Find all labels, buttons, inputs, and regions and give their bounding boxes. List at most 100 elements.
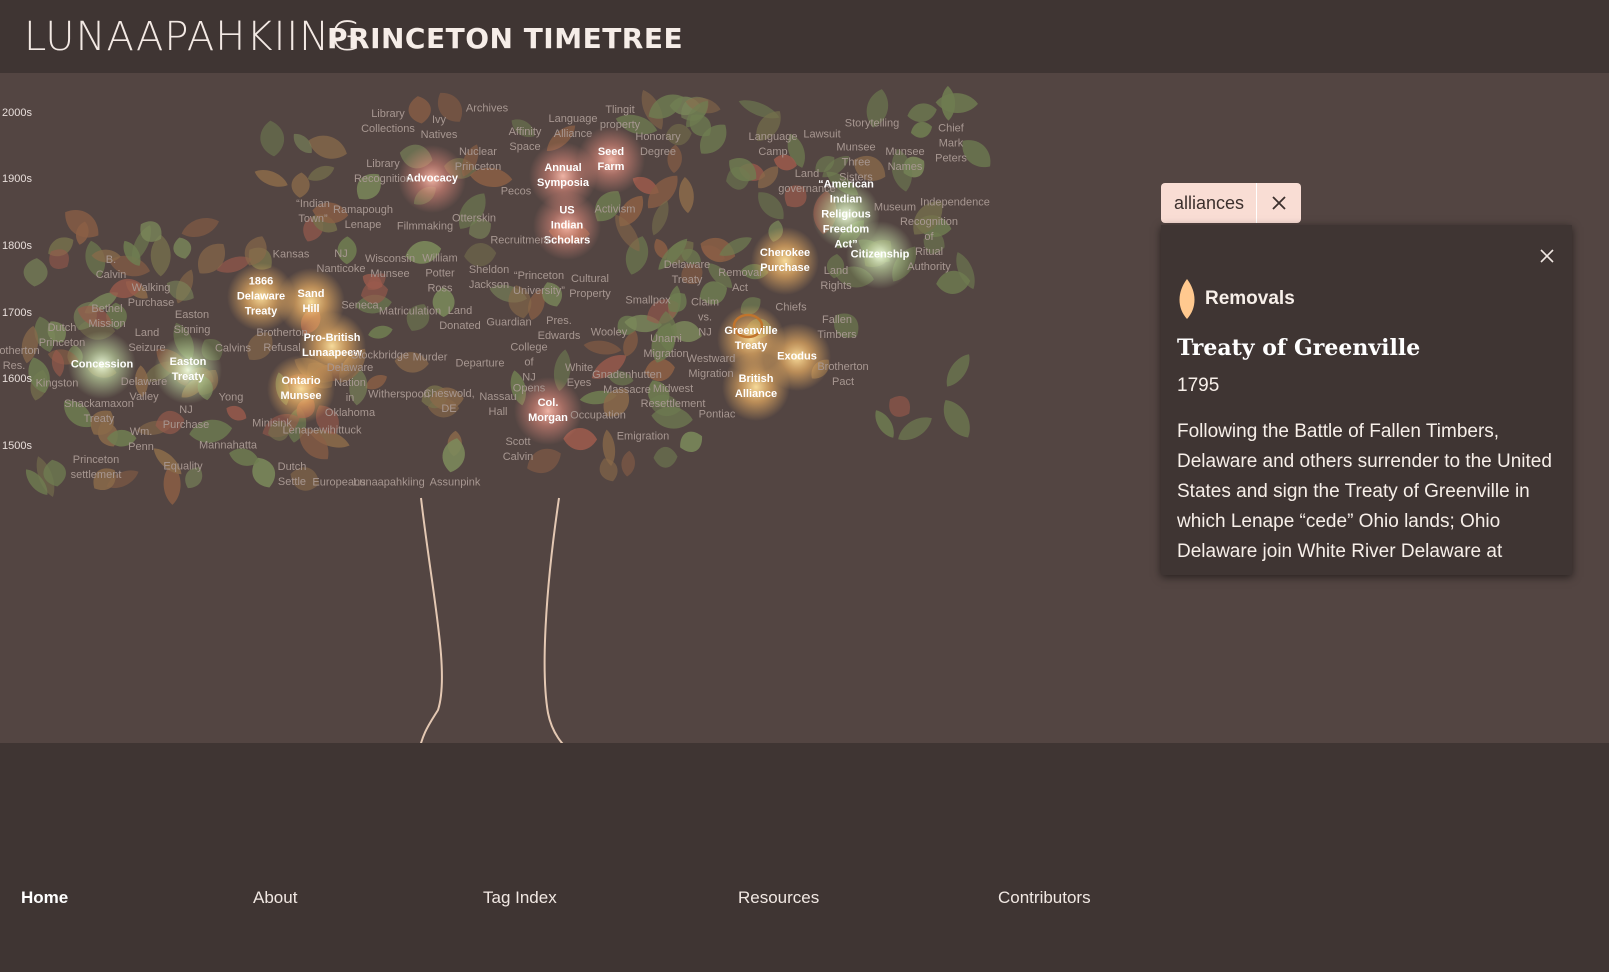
event-label[interactable]: White Eyes [565, 361, 593, 391]
event-label[interactable]: Lenapewihittuck [283, 424, 362, 439]
event-label[interactable]: Princeton settlement [71, 453, 122, 483]
event-label[interactable]: Brotherton Refusal [256, 326, 307, 356]
site-title[interactable]: PRINCETON TIMETREE [327, 22, 683, 55]
nav-resources[interactable]: Resources [738, 888, 819, 908]
event-label[interactable]: Chiefs [775, 301, 806, 316]
event-label[interactable]: Chief Mark Peters [935, 122, 967, 167]
event-label[interactable]: Recruitment [490, 234, 549, 249]
event-label[interactable]: Cherokee Purchase [760, 246, 810, 276]
close-panel-button[interactable] [1536, 245, 1558, 267]
event-label[interactable]: Museum [874, 201, 916, 216]
event-label[interactable]: Annual Symposia [537, 161, 589, 191]
event-label[interactable]: Cheswold, DE [423, 387, 474, 417]
event-label[interactable]: Easton Signing [174, 308, 211, 338]
event-label[interactable]: US Indian Scholars [544, 204, 590, 249]
event-label[interactable]: Munsee Names [885, 145, 924, 175]
event-label[interactable]: Equality [163, 460, 202, 475]
event-label[interactable]: Lunaapahkiing [353, 476, 425, 491]
event-label[interactable]: Recognition of Ritual Authority [900, 215, 958, 275]
event-label[interactable]: 1866 Delaware Treaty [237, 275, 285, 320]
event-label[interactable]: Language Alliance [549, 112, 598, 142]
event-label[interactable]: Land Seizure [128, 326, 165, 356]
event-label[interactable]: College of NJ [510, 341, 547, 386]
event-label[interactable]: Wm. Penn [128, 425, 154, 455]
event-label[interactable]: Easton Treaty [170, 355, 207, 385]
event-label[interactable]: Language Camp [749, 130, 798, 160]
event-label[interactable]: Dutch Princeton [39, 321, 85, 351]
clear-search-button[interactable] [1256, 183, 1301, 223]
event-label[interactable]: Affinity Space [509, 125, 542, 155]
event-label[interactable]: Brotherton Res. [0, 344, 40, 374]
event-label[interactable]: Ivy Natives [421, 113, 458, 143]
event-label[interactable]: Activism [595, 203, 636, 218]
event-label[interactable]: Greenville Treaty [724, 324, 777, 354]
event-label[interactable]: Removal Act [718, 266, 761, 296]
event-label[interactable]: British Alliance [735, 372, 777, 402]
event-label[interactable]: “American Indian Religious Freedom Act” [818, 178, 874, 253]
event-label[interactable]: Storytelling [845, 117, 899, 132]
event-label[interactable]: Bethel Mission [88, 302, 125, 332]
event-label[interactable]: Occupation [570, 409, 626, 424]
event-label[interactable]: Shackamaxon Treaty [64, 397, 134, 427]
event-label[interactable]: Lawsuit [803, 128, 840, 143]
search-query-chip[interactable]: alliances [1161, 183, 1258, 223]
event-label[interactable]: NJ Purchase [163, 403, 209, 433]
event-label[interactable]: Archives [466, 102, 508, 117]
event-label[interactable]: Sheldon Jackson [469, 263, 509, 293]
event-label[interactable]: Library Collections [361, 107, 415, 137]
event-label[interactable]: Exodus [777, 350, 817, 365]
event-label[interactable]: Ramapough Lenape [333, 203, 393, 233]
event-label[interactable]: Walking Purchase [128, 281, 174, 311]
event-label[interactable]: Library Recognition [354, 157, 412, 187]
event-label[interactable]: Honorary Degree [635, 130, 680, 160]
event-label[interactable]: Seneca [341, 299, 378, 314]
event-label[interactable]: Emigration [617, 430, 670, 445]
event-label[interactable]: Scott Calvin [503, 435, 534, 465]
event-label[interactable]: Midwest Resettlement [641, 382, 706, 412]
event-label[interactable]: Opens [513, 382, 545, 397]
event-label[interactable]: Claim vs. NJ [691, 296, 719, 341]
event-label[interactable]: Land Rights [820, 264, 851, 294]
event-label[interactable]: Yong [219, 391, 244, 406]
event-label[interactable]: Citizenship [851, 248, 910, 263]
event-label[interactable]: Advocacy [406, 172, 458, 187]
event-label[interactable]: Wisconsin Munsee [365, 252, 415, 282]
event-label[interactable]: Unami Migration [643, 332, 688, 362]
event-label[interactable]: Matriculation [379, 305, 441, 320]
event-label[interactable]: Westward Migration [687, 352, 736, 382]
nav-about[interactable]: About [253, 888, 297, 908]
event-label[interactable]: Assunpink [430, 476, 481, 491]
event-label[interactable]: Concession [71, 358, 133, 373]
event-label[interactable]: Col. Morgan [528, 396, 568, 426]
event-label[interactable]: Dutch Settle [278, 460, 307, 490]
event-label[interactable]: Filmmaking [397, 220, 453, 235]
event-label[interactable]: “Indian Town” [296, 197, 330, 227]
event-label[interactable]: “Princeton University” [513, 269, 565, 299]
event-label[interactable]: Nuclear Princeton [455, 145, 501, 175]
event-label[interactable]: Seed Farm [598, 145, 625, 175]
event-label[interactable]: Kingston [36, 377, 79, 392]
event-label[interactable]: Sand Hill [298, 287, 325, 317]
event-label[interactable]: Pontiac [699, 408, 736, 423]
event-label[interactable]: NJ Nanticoke [317, 247, 366, 277]
event-label[interactable]: Calvins [215, 342, 251, 357]
event-label[interactable]: Witherspoon [368, 388, 430, 403]
event-label[interactable]: Mannahatta [199, 439, 257, 454]
event-label[interactable]: Smallpox [625, 294, 670, 309]
event-label[interactable]: Pres. Edwards [538, 314, 581, 344]
event-label[interactable]: Ontario Munsee [281, 374, 322, 404]
event-label[interactable]: Cultural Property [569, 272, 611, 302]
nav-home[interactable]: Home [21, 888, 68, 908]
event-label[interactable]: Nassau Hall [479, 390, 516, 420]
event-label[interactable]: Land Donated [439, 304, 481, 334]
event-label[interactable]: Fallen Timbers [817, 313, 856, 343]
event-label[interactable]: Guardian [486, 316, 531, 331]
event-label[interactable]: William Potter Ross [422, 252, 457, 297]
event-label[interactable]: Murder [413, 351, 448, 366]
event-label[interactable]: Departure [456, 357, 505, 372]
event-label[interactable]: Kansas [273, 248, 310, 263]
nav-tag-index[interactable]: Tag Index [483, 888, 557, 908]
lunaapahkiing-logo[interactable]: LUNAAPAHKIING [24, 14, 362, 60]
event-label[interactable]: B. Calvin [96, 253, 127, 283]
event-label[interactable]: Delaware Treaty [664, 258, 710, 288]
